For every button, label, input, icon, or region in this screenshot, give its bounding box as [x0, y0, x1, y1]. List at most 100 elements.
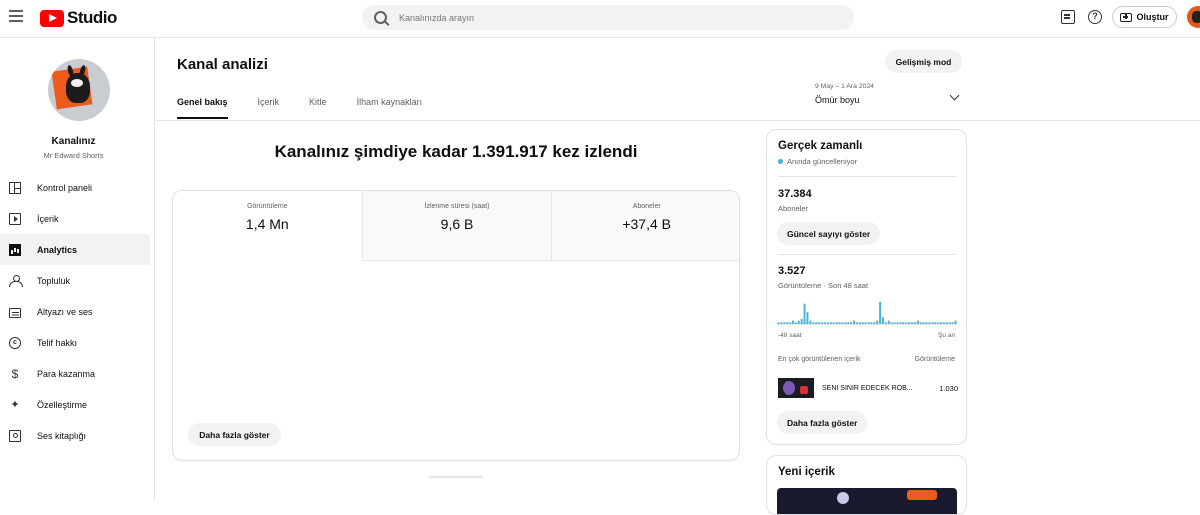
realtime-bar — [951, 322, 954, 324]
sidebar-item-label: Telif hakkı — [37, 337, 78, 348]
realtime-bar — [861, 322, 864, 324]
sidebar-item-7[interactable]: ✦ Özelleştirme — [0, 389, 150, 420]
create-video-icon — [1120, 12, 1133, 22]
sidebar-item-label: Topluluk — [37, 275, 71, 286]
show-more-button[interactable]: Daha fazla göster — [188, 423, 281, 446]
sidebar-item-6[interactable]: $ Para kazanma — [0, 358, 150, 389]
metric-tile[interactable]: Aboneler +37,4 B — [551, 191, 739, 261]
subtitles-icon — [9, 307, 21, 318]
realtime-card: Gerçek zamanlı Anında güncelleniyor 37.3… — [766, 129, 967, 445]
realtime-bar — [824, 322, 826, 324]
realtime-bar — [841, 322, 844, 324]
dashboard-icon — [9, 181, 21, 194]
account-avatar[interactable] — [1187, 6, 1200, 28]
channel-owner: Mr Edward Shorts — [43, 151, 104, 160]
realtime-bar — [800, 318, 803, 324]
metric-tile[interactable]: İzlenme süresi (saat) 9,6 B — [361, 191, 552, 261]
realtime-bar — [873, 322, 876, 324]
sidebar-item-1[interactable]: İçerik — [0, 203, 150, 234]
realtime-bar — [803, 303, 806, 324]
create-label: Oluştur — [1136, 12, 1169, 22]
search-icon[interactable] — [374, 11, 387, 24]
sidebar: Kanalınız Mr Edward Shorts Kontrol panel… — [0, 38, 155, 502]
live-status-text: Anında güncelleniyor — [787, 157, 858, 166]
sidebar-item-4[interactable]: Altyazı ve ses — [0, 296, 150, 327]
realtime-bar — [858, 322, 861, 324]
realtime-bar — [835, 322, 838, 324]
advanced-mode-button[interactable]: Gelişmiş mod — [885, 50, 962, 73]
realtime-title: Gerçek zamanlı — [778, 140, 863, 152]
top-video-row[interactable]: SENİ SİNİR EDECEK ROB... 1.030 — [778, 378, 958, 398]
realtime-show-more-button[interactable]: Daha fazla göster — [777, 411, 868, 434]
sidebar-item-8[interactable]: Ses kitaplığı — [0, 420, 150, 451]
subscribers-value: 37.384 — [778, 188, 812, 200]
realtime-bar — [887, 320, 890, 324]
realtime-bar — [899, 322, 902, 324]
feedback-icon[interactable] — [1061, 10, 1075, 24]
search-box[interactable] — [362, 5, 854, 30]
customize-icon: ✦ — [10, 398, 20, 411]
sidebar-item-label: Para kazanma — [37, 368, 96, 379]
new-content-title: Yeni içerik — [778, 466, 835, 478]
earn-icon: $ — [11, 366, 19, 381]
logo-text: Studio — [67, 8, 117, 27]
metrics-row: Görüntüleme 1,4 Mn İzlenme süresi (saat) 9,… — [173, 191, 739, 261]
realtime-bar — [838, 322, 841, 324]
tab-1[interactable]: İçerik — [258, 93, 280, 119]
realtime-bar — [940, 322, 942, 324]
realtime-bar — [777, 322, 780, 324]
studio-logo[interactable]: Studio — [40, 8, 117, 28]
date-range-selector[interactable]: 9 May – 1 Ara 2024 Ömür boyu — [815, 83, 963, 105]
realtime-bar — [882, 317, 884, 324]
sidebar-item-0[interactable]: Kontrol paneli — [0, 172, 150, 203]
tab-2[interactable]: Kitle — [309, 93, 327, 119]
overview-card: Görüntüleme 1,4 Mn İzlenme süresi (saat) 9,… — [172, 190, 740, 461]
divider — [778, 254, 956, 255]
community-icon — [9, 274, 23, 287]
period-label: Ömür boyu — [815, 95, 860, 105]
realtime-bar — [922, 322, 925, 324]
realtime-bar — [905, 322, 908, 324]
realtime-bar — [914, 322, 916, 324]
realtime-bar — [864, 322, 867, 324]
realtime-bar — [943, 322, 945, 324]
views-chart: 60,0 B40,0 B20,0 B0223244229494724322↗32… — [173, 263, 740, 408]
tab-3[interactable]: İlham kaynakları — [357, 93, 423, 119]
live-dot-icon — [778, 159, 783, 164]
realtime-bar — [809, 320, 812, 324]
realtime-bar — [844, 322, 847, 324]
live-count-button[interactable]: Güncel sayıyı göster — [777, 222, 881, 245]
realtime-bar — [812, 322, 815, 324]
realtime-bar — [925, 322, 928, 324]
realtime-bar — [789, 322, 791, 324]
channel-avatar[interactable] — [48, 59, 110, 121]
sidebar-item-3[interactable]: Topluluk — [0, 265, 150, 296]
menu-icon[interactable] — [9, 10, 23, 22]
realtime-bar — [792, 320, 794, 324]
metric-tile[interactable]: Görüntüleme 1,4 Mn — [173, 191, 362, 261]
realtime-views-value: 3.527 — [778, 265, 806, 277]
realtime-bar — [937, 322, 940, 324]
metric-label: Görüntüleme — [247, 203, 288, 210]
top-bar: Studio ? Oluştur — [0, 0, 1200, 38]
sidebar-item-5[interactable]: c Telif hakkı — [0, 327, 150, 358]
help-icon[interactable]: ? — [1088, 10, 1102, 24]
realtime-bar — [896, 322, 899, 324]
views-column-label: Görüntüleme — [914, 356, 955, 363]
sidebar-item-2[interactable]: Analytics — [0, 234, 150, 265]
sidebar-item-label: İçerik — [37, 213, 59, 224]
metric-value: 1,4 Mn — [245, 216, 289, 232]
realtime-bar — [931, 322, 934, 324]
realtime-bar — [908, 322, 910, 324]
create-button[interactable]: Oluştur — [1112, 6, 1177, 28]
sidebar-item-label: Ses kitaplığı — [37, 430, 87, 441]
realtime-bar — [794, 322, 797, 324]
realtime-bar — [934, 322, 937, 324]
divider — [156, 120, 1200, 121]
realtime-bar — [806, 312, 809, 324]
realtime-bar — [945, 322, 948, 324]
sidebar-item-label: Özelleştirme — [37, 399, 88, 410]
tab-0[interactable]: Genel bakış — [177, 93, 228, 119]
divider — [778, 176, 956, 177]
search-input[interactable] — [399, 12, 799, 23]
